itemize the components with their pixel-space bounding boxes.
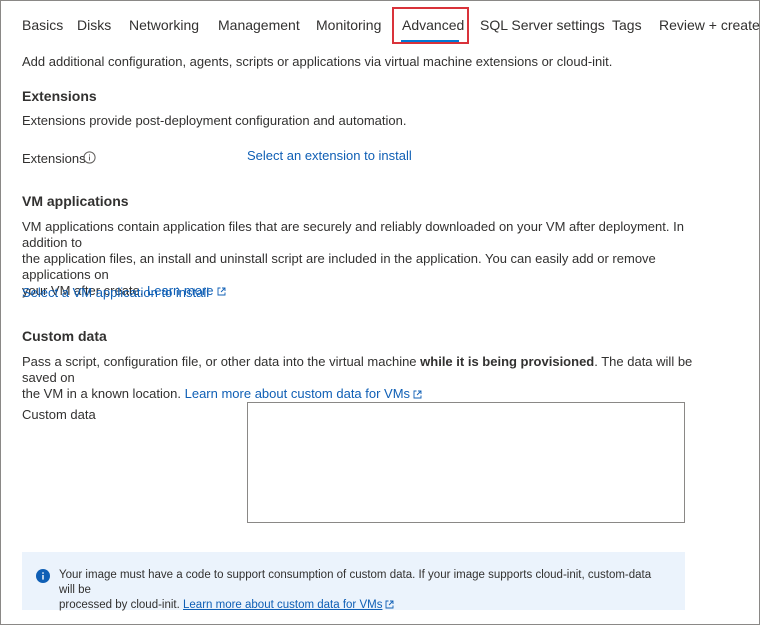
advanced-settings-panel: Basics Disks Networking Management Monit… [0,0,760,625]
custom-data-description-line-2-text: the VM in a known location. [22,386,181,401]
external-link-icon [413,390,422,399]
custom-data-description: Pass a script, configuration file, or ot… [22,354,702,402]
vm-applications-description-line-1: VM applications contain application file… [22,219,684,250]
tab-bar: Basics Disks Networking Management Monit… [1,1,760,47]
tab-sql-server-settings[interactable]: SQL Server settings [480,17,605,33]
select-extension-link[interactable]: Select an extension to install [247,148,412,164]
custom-data-description-line-1: Pass a script, configuration file, or ot… [22,354,702,386]
custom-data-description-bold: while it is being provisioned [420,354,595,369]
custom-data-description-line-2: the VM in a known location. Learn more a… [22,386,702,402]
active-tab-underline [401,40,459,42]
tab-review-create[interactable]: Review + create [659,17,760,33]
intro-text: Add additional configuration, agents, sc… [22,54,613,69]
tab-tags[interactable]: Tags [612,17,642,33]
tab-disks[interactable]: Disks [77,17,111,33]
custom-data-label: Custom data [22,407,96,422]
custom-data-textarea[interactable] [247,402,685,523]
vm-applications-description-line-2: the application files, an install and un… [22,251,656,282]
custom-data-info-box: Your image must have a code to support c… [22,552,685,613]
custom-data-description-pre: Pass a script, configuration file, or ot… [22,354,421,369]
tab-advanced[interactable]: Advanced [402,17,464,33]
tab-monitoring[interactable]: Monitoring [316,17,381,33]
info-box-message: Your image must have a code to support c… [59,568,669,613]
custom-data-heading: Custom data [22,328,107,344]
tab-basics[interactable]: Basics [22,17,63,33]
extensions-label: Extensions [22,151,86,166]
tab-networking[interactable]: Networking [129,17,199,33]
tab-management[interactable]: Management [218,17,300,33]
extensions-heading: Extensions [22,88,97,104]
info-circle-icon [36,569,50,583]
vm-applications-heading: VM applications [22,193,129,209]
info-box-line-2: processed by cloud-init. Learn more abou… [59,598,669,613]
extensions-description: Extensions provide post-deployment confi… [22,113,407,128]
custom-data-learn-more-link[interactable]: Learn more about custom data for VMs [185,386,422,401]
select-vm-application-link[interactable]: Select a VM application to install [22,285,209,301]
info-icon[interactable] [83,151,96,164]
custom-data-learn-more-text[interactable]: Learn more about custom data for VMs [185,386,410,401]
info-box-line-2-text: processed by cloud-init. [59,599,180,611]
info-box-learn-more-link[interactable]: Learn more about custom data for VMs [183,599,382,611]
info-box-line-1: Your image must have a code to support c… [59,569,652,596]
external-link-icon [386,600,394,609]
info-box-learn-more-text[interactable]: Learn more about custom data for VMs [183,599,382,611]
external-link-icon [217,287,225,296]
